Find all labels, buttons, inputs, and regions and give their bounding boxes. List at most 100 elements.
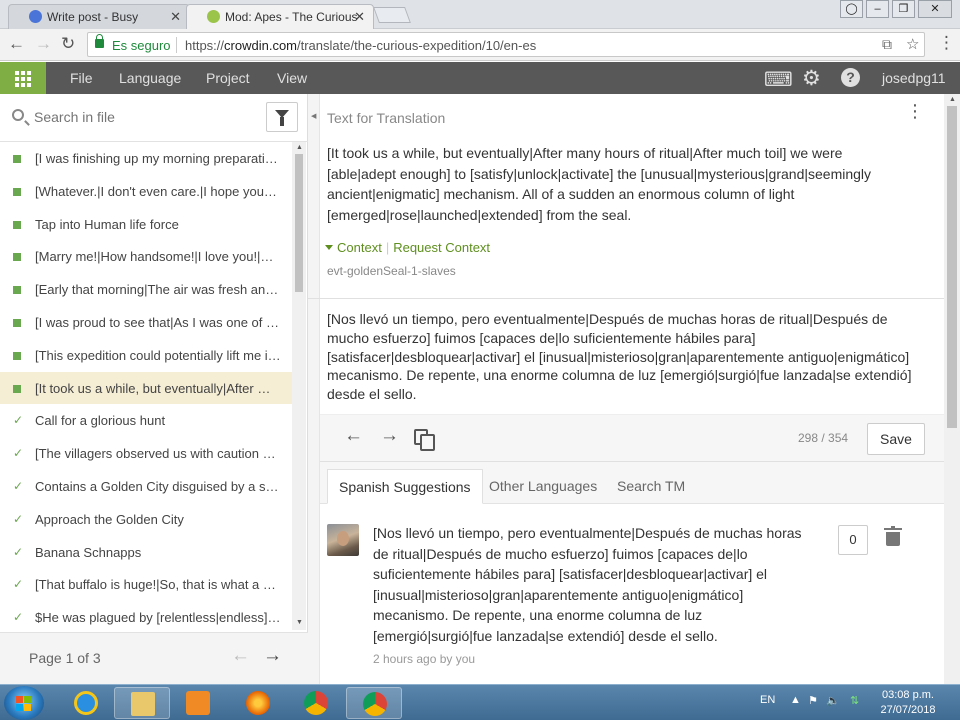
approved-check-icon: ✓ — [13, 511, 24, 526]
tab-search-tm[interactable]: Search TM — [606, 469, 696, 504]
filter-funnel-icon — [275, 110, 289, 126]
scroll-down-icon[interactable]: ▼ — [296, 619, 303, 626]
string-text: [That buffalo is huge!|So, that is what … — [35, 577, 284, 593]
person-icon[interactable]: ◯ — [840, 0, 863, 18]
context-links: Context | Request Context — [325, 240, 490, 255]
tray-expand-icon[interactable]: ▲ — [790, 694, 801, 706]
string-list-item[interactable]: [It took us a while, but eventually|Afte… — [0, 371, 292, 405]
collapse-arrow-icon: ◀ — [311, 113, 317, 120]
editor-scrollbar[interactable]: ▲ — [944, 94, 960, 684]
maximize-button[interactable]: ❐ — [892, 0, 915, 18]
string-list-item[interactable]: [Early that morning|The air was fresh an… — [0, 273, 292, 306]
browser-tab-crowdin[interactable]: Mod: Apes - The Curious ✕ — [186, 4, 374, 29]
reload-button[interactable]: ↻ — [61, 34, 75, 54]
save-button[interactable]: Save — [867, 423, 925, 455]
system-clock[interactable]: 03:08 p.m. 27/07/2018 — [872, 688, 944, 718]
firefox-icon[interactable] — [230, 687, 286, 719]
new-tab-button[interactable] — [373, 7, 411, 23]
editor-panel: ◀ Text for Translation ⋮ [It took us a w… — [308, 94, 960, 684]
char-counter: 298 / 354 — [798, 431, 849, 445]
string-list-item[interactable]: [I was proud to see that|As I was one of… — [0, 306, 292, 339]
translated-status-icon — [13, 286, 21, 295]
string-list-scrollbar[interactable]: ▲ ▼ — [292, 142, 306, 630]
browser-menu-icon[interactable]: ⋮ — [938, 33, 955, 53]
address-toolbar: ← → ↻ Es seguro https://crowdin.com/tran… — [0, 29, 960, 61]
chrome-active-icon[interactable] — [346, 687, 402, 719]
flag-icon[interactable]: ⚑ — [808, 694, 818, 707]
prev-page-button[interactable]: ← — [231, 645, 250, 667]
collapse-sidebar-toggle[interactable]: ◀ — [308, 94, 320, 684]
bookmark-star-icon[interactable]: ☆ — [906, 35, 919, 53]
copy-source-icon[interactable] — [414, 429, 435, 451]
menu-language[interactable]: Language — [119, 70, 181, 86]
url-divider — [176, 37, 177, 53]
menu-view[interactable]: View — [277, 70, 307, 86]
search-in-file-input[interactable] — [34, 106, 244, 128]
delete-trash-icon[interactable] — [884, 526, 902, 546]
volume-icon[interactable]: 🔈 — [826, 694, 840, 707]
string-list-item[interactable]: ✓ $He was plagued by [relentless|endless]… — [0, 601, 292, 630]
caret-down-icon — [325, 245, 333, 250]
string-list-item[interactable]: [I was finishing up my morning preparati… — [0, 142, 292, 175]
forward-button[interactable]: → — [35, 34, 52, 54]
next-string-button[interactable]: → — [380, 425, 399, 447]
minimize-button[interactable]: – — [866, 0, 889, 18]
close-window-button[interactable]: ✕ — [918, 0, 952, 18]
filter-button[interactable] — [266, 102, 298, 132]
string-text: [Whatever.|I don't even care.|I hope you… — [35, 183, 277, 199]
address-input[interactable]: Es seguro https://crowdin.com/translate/… — [87, 32, 925, 57]
string-list-item[interactable]: ✓ Banana Schnapps — [0, 536, 292, 569]
prev-string-button[interactable]: ← — [344, 425, 363, 447]
string-list-item[interactable]: [Whatever.|I don't even care.|I hope you… — [0, 175, 292, 208]
tab-spanish-suggestions[interactable]: Spanish Suggestions — [327, 469, 483, 504]
next-page-button[interactable]: → — [263, 645, 282, 667]
scroll-up-icon[interactable]: ▲ — [949, 96, 956, 103]
translate-icon[interactable]: ⧉ — [882, 36, 892, 53]
request-context-link[interactable]: Request Context — [393, 240, 490, 255]
tab-other-languages[interactable]: Other Languages — [478, 469, 608, 504]
menu-project[interactable]: Project — [206, 70, 250, 86]
vote-count[interactable]: 0 — [838, 525, 868, 555]
more-options-icon[interactable]: ⋮ — [906, 102, 924, 120]
translation-textarea[interactable]: [Nos llevó un tiempo, pero eventualmente… — [327, 310, 923, 404]
network-icon[interactable]: ⇅ — [850, 694, 859, 707]
scroll-up-icon[interactable]: ▲ — [296, 144, 303, 151]
start-button[interactable] — [4, 686, 44, 720]
chrome-icon[interactable] — [288, 687, 344, 719]
string-list-item[interactable]: ✓ Call for a glorious hunt — [0, 404, 292, 437]
approved-check-icon: ✓ — [13, 577, 24, 592]
media-player-icon[interactable] — [170, 687, 226, 719]
help-icon[interactable]: ? — [841, 68, 860, 87]
translated-status-icon — [13, 155, 21, 163]
string-list-item[interactable]: [Marry me!|How handsome!|I love you!|… — [0, 240, 292, 273]
file-explorer-icon[interactable] — [114, 687, 170, 719]
string-list-item[interactable]: ✓ [That buffalo is huge!|So, that is what… — [0, 568, 292, 601]
translated-status-icon — [13, 187, 21, 196]
menu-file[interactable]: File — [70, 70, 93, 86]
suggestion-text[interactable]: [Nos llevó un tiempo, pero eventualmente… — [373, 523, 813, 647]
scrollbar-thumb[interactable] — [947, 106, 957, 428]
scrollbar-thumb[interactable] — [295, 154, 303, 292]
back-button[interactable]: ← — [8, 34, 25, 54]
settings-gear-icon[interactable]: ⚙ — [802, 66, 821, 91]
string-text: Call for a glorious hunt — [35, 413, 166, 429]
approved-check-icon: ✓ — [13, 446, 24, 461]
string-text: Contains a Golden City disguised by a sh… — [35, 478, 286, 494]
string-list-item[interactable]: ✓ [The villagers observed us with caution… — [0, 437, 292, 470]
string-list-item[interactable]: [This expedition could potentially lift … — [0, 339, 292, 372]
string-list-item[interactable]: ✓ Approach the Golden City — [0, 503, 292, 536]
string-list-item[interactable]: Tap into Human life force — [0, 208, 292, 241]
context-link[interactable]: Context — [337, 240, 382, 255]
tab-close-icon[interactable]: ✕ — [354, 9, 365, 25]
string-list-item[interactable]: ✓ Contains a Golden City disguised by a s… — [0, 470, 292, 503]
avatar — [327, 524, 359, 556]
apps-grid-icon[interactable] — [0, 62, 46, 94]
keyboard-icon[interactable]: ⌨ — [764, 67, 793, 92]
busy-favicon-icon — [29, 10, 42, 23]
language-indicator[interactable]: EN — [760, 694, 775, 706]
string-text: [The villagers observed us with caution … — [35, 446, 283, 462]
tab-close-icon[interactable]: ✕ — [170, 9, 181, 25]
browser-tab-busy[interactable]: Write post - Busy ✕ — [8, 4, 190, 29]
username[interactable]: josedpg11 — [882, 70, 946, 86]
internet-explorer-icon[interactable] — [58, 687, 114, 719]
